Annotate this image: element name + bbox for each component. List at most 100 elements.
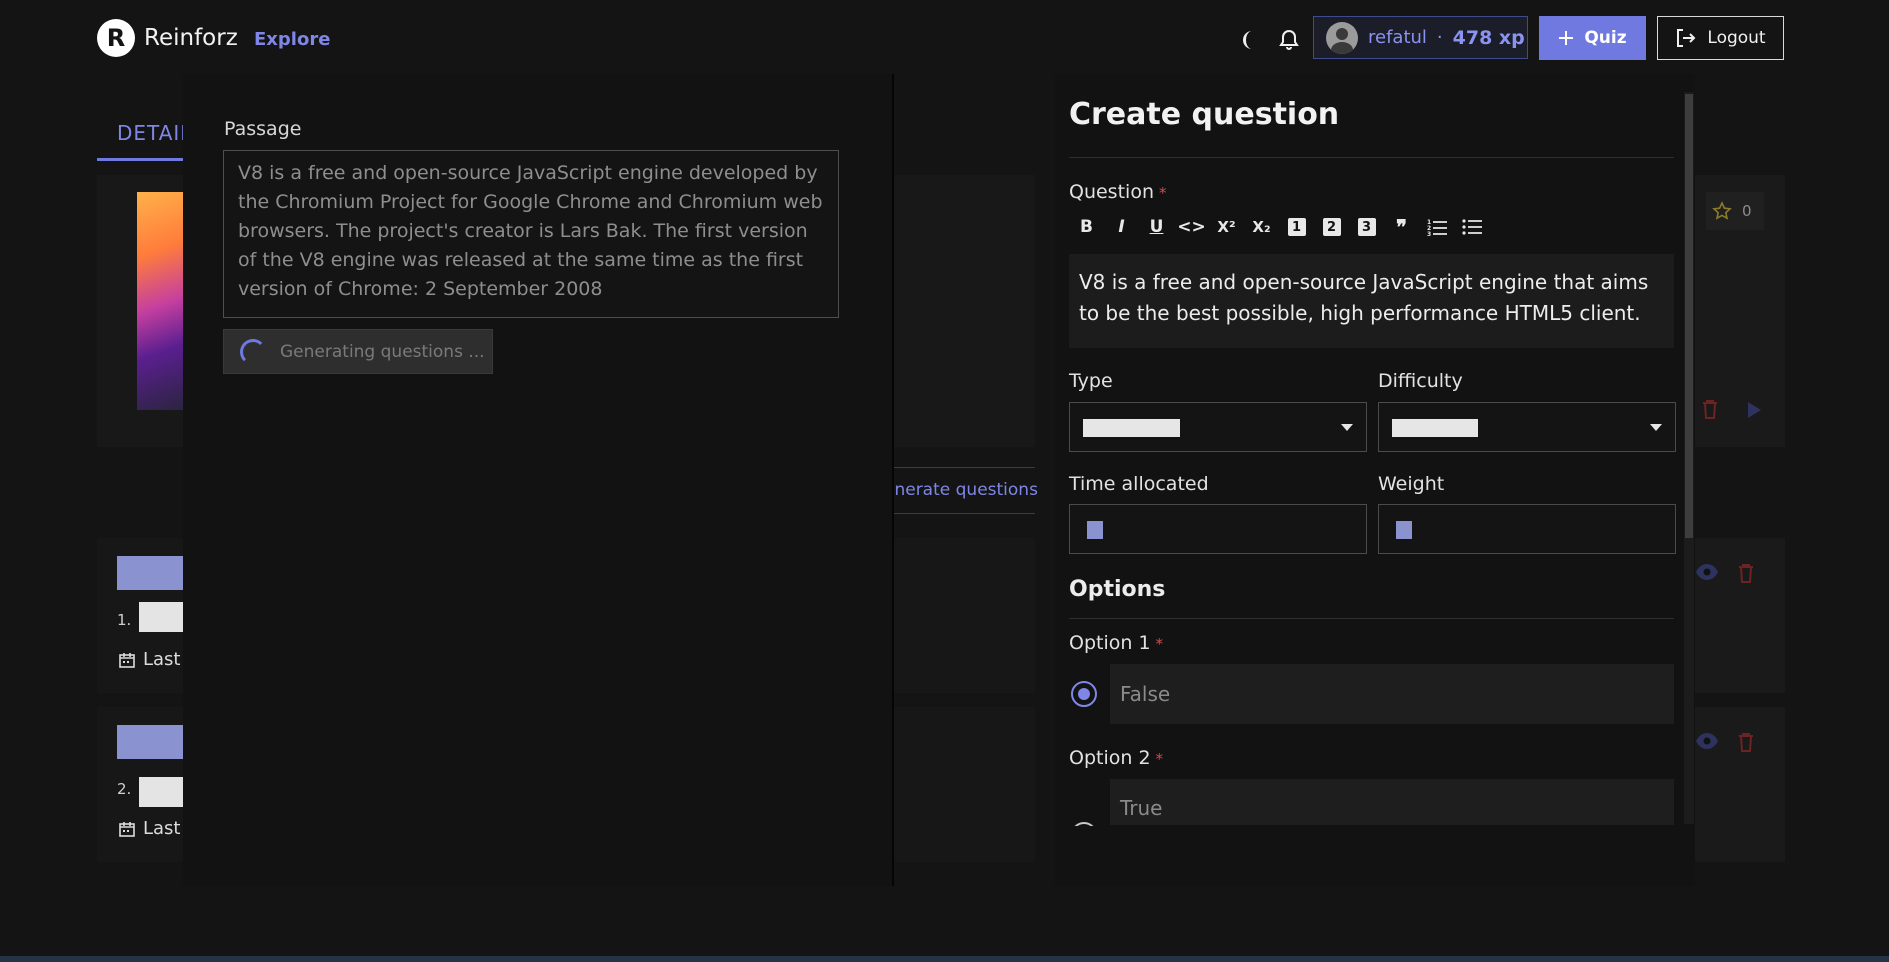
generating-questions-label: Generating questions ... <box>280 341 485 362</box>
question-preview <box>139 602 183 632</box>
tab-details[interactable]: DETAIL <box>117 121 192 145</box>
options-heading: Options <box>1069 577 1166 602</box>
moon-icon[interactable] <box>1240 28 1264 52</box>
bell-icon[interactable] <box>1277 28 1301 52</box>
ordered-list-button[interactable]: 123 <box>1419 212 1454 242</box>
question-tag <box>117 725 183 759</box>
options-divider <box>1069 618 1674 619</box>
question-label: Question * <box>1069 181 1166 203</box>
type-label: Type <box>1069 370 1113 392</box>
tab-generate-questions[interactable]: enerate questions <box>884 480 1038 500</box>
calendar-icon <box>119 821 135 837</box>
type-select[interactable] <box>1069 402 1367 452</box>
create-quiz-button[interactable]: Quiz <box>1539 16 1646 60</box>
desktop-edge <box>0 956 1889 962</box>
option-1-radio[interactable] <box>1071 681 1097 707</box>
question-number: 2. <box>117 780 132 798</box>
difficulty-label: Difficulty <box>1378 370 1463 392</box>
delete-icon[interactable] <box>1700 398 1720 420</box>
option-1-value: False <box>1120 682 1171 706</box>
xp-count: 478 xp <box>1452 26 1525 49</box>
star-icon <box>1712 201 1732 221</box>
rich-text-toolbar: B I U <> X² X₂ 1 2 3 ❞ 123 <box>1069 212 1489 242</box>
bold-button[interactable]: B <box>1069 212 1104 242</box>
chevron-down-icon <box>1341 424 1353 431</box>
subscript-button[interactable]: X₂ <box>1244 212 1279 242</box>
logo-letter: R <box>106 24 126 52</box>
subscript-icon: X₂ <box>1252 218 1271 236</box>
bold-icon: B <box>1080 217 1093 237</box>
logout-icon <box>1675 27 1697 49</box>
panel-scrollbar-thumb[interactable] <box>1685 94 1693 538</box>
option-2-label: Option 2 * <box>1069 747 1163 769</box>
separator-dot: · <box>1436 27 1443 48</box>
blockquote-button[interactable]: ❞ <box>1384 212 1419 242</box>
app-logo[interactable]: R <box>97 19 135 57</box>
user-profile-button[interactable]: refatul · 478 xp <box>1313 16 1528 59</box>
question-tag <box>117 556 183 590</box>
superscript-icon: X² <box>1217 218 1236 236</box>
passage-label: Passage <box>224 118 302 140</box>
required-mark: * <box>1155 750 1164 768</box>
option-1-input[interactable]: False <box>1110 664 1674 724</box>
heading-2-button[interactable]: 2 <box>1314 212 1349 242</box>
bullet-list-icon <box>1461 218 1482 236</box>
logout-button[interactable]: Logout <box>1657 16 1784 60</box>
passage-textarea[interactable]: V8 is a free and open-source JavaScript … <box>223 150 839 318</box>
question-preview <box>139 777 183 807</box>
plus-icon <box>1558 30 1574 46</box>
time-allocated-label: Time allocated <box>1069 473 1209 495</box>
question-label-text: Question <box>1069 181 1154 203</box>
option-2-input[interactable]: True <box>1110 779 1674 825</box>
option-1-label: Option 1 * <box>1069 632 1163 654</box>
delete-icon[interactable] <box>1736 562 1756 584</box>
brand-name[interactable]: Reinforz <box>144 25 238 51</box>
heading-1-icon: 1 <box>1287 218 1306 236</box>
eye-icon[interactable] <box>1695 731 1719 751</box>
avatar <box>1326 21 1358 54</box>
difficulty-select-value <box>1392 419 1478 437</box>
required-mark: * <box>1155 635 1164 653</box>
time-allocated-value <box>1087 521 1103 539</box>
explore-link[interactable]: Explore <box>254 29 330 50</box>
heading-2-icon: 2 <box>1322 218 1341 236</box>
eye-icon[interactable] <box>1695 562 1719 582</box>
bullet-list-button[interactable] <box>1454 212 1489 242</box>
option-2-value: True <box>1120 796 1163 820</box>
heading-1-button[interactable]: 1 <box>1279 212 1314 242</box>
italic-button[interactable]: I <box>1104 212 1139 242</box>
weight-value <box>1396 521 1412 539</box>
weight-input[interactable] <box>1378 504 1676 554</box>
code-button[interactable]: <> <box>1174 212 1209 242</box>
type-select-value <box>1083 419 1180 437</box>
heading-3-button[interactable]: 3 <box>1349 212 1384 242</box>
svg-text:3: 3 <box>1427 231 1431 236</box>
loading-spinner-icon <box>240 338 266 365</box>
favorite-control[interactable]: 0 <box>1706 192 1764 230</box>
panel-bottom <box>1055 826 1695 886</box>
tab-border-bottom <box>890 513 1035 514</box>
title-divider <box>1069 157 1674 158</box>
question-editor[interactable]: V8 is a free and open-source JavaScript … <box>1069 254 1674 348</box>
difficulty-select[interactable] <box>1378 402 1676 452</box>
active-tab-indicator <box>97 158 183 161</box>
weight-label: Weight <box>1378 473 1445 495</box>
chevron-down-icon <box>1650 424 1662 431</box>
quiz-cover-image <box>137 192 183 410</box>
generating-questions-button[interactable]: Generating questions ... <box>223 329 493 374</box>
play-icon[interactable] <box>1745 400 1763 420</box>
delete-icon[interactable] <box>1736 731 1756 753</box>
superscript-button[interactable]: X² <box>1209 212 1244 242</box>
tab-border-top <box>890 467 1035 468</box>
calendar-icon <box>119 652 135 668</box>
time-allocated-input[interactable] <box>1069 504 1367 554</box>
heading-3-icon: 3 <box>1357 218 1376 236</box>
star-count: 0 <box>1742 202 1752 220</box>
underline-button[interactable]: U <box>1139 212 1174 242</box>
option-2-label-text: Option 2 <box>1069 747 1151 769</box>
question-number: 1. <box>117 611 132 629</box>
quiz-button-label: Quiz <box>1584 28 1627 48</box>
required-mark: * <box>1158 184 1167 202</box>
logout-button-label: Logout <box>1707 28 1766 48</box>
create-question-title: Create question <box>1069 97 1340 132</box>
